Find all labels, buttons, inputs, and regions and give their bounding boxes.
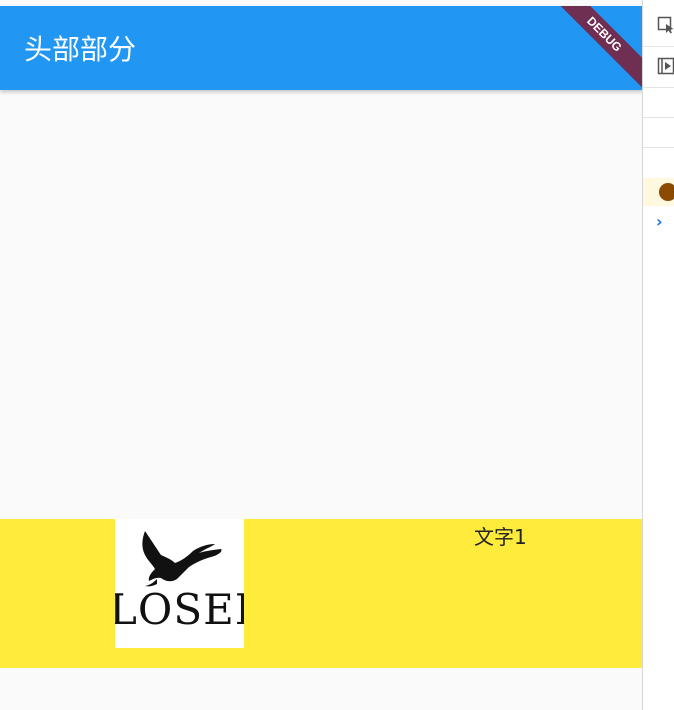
devtools-side-panel: › bbox=[642, 0, 674, 710]
flutter-app: 头部部分 DEBUG LOSER 文字1 bbox=[0, 0, 643, 710]
panel-divider bbox=[643, 147, 674, 148]
warning-icon bbox=[659, 183, 674, 201]
panel-divider bbox=[643, 87, 674, 88]
select-widget-icon[interactable] bbox=[657, 16, 674, 34]
chevron-right-icon[interactable]: › bbox=[656, 212, 663, 232]
performance-overlay-icon[interactable] bbox=[657, 57, 674, 75]
app-bar-title: 头部部分 bbox=[24, 33, 137, 66]
yellow-row: LOSER 文字1 bbox=[0, 519, 643, 668]
app-bar: 头部部分 DEBUG bbox=[0, 6, 643, 90]
warning-row[interactable] bbox=[643, 178, 674, 206]
debug-banner: DEBUG bbox=[543, 6, 643, 90]
text-item-1: 文字1 bbox=[474, 525, 527, 549]
loser-logo-image: LOSER bbox=[115, 519, 244, 648]
logo-text: LOSER bbox=[115, 585, 244, 634]
panel-divider bbox=[643, 117, 674, 118]
panel-divider bbox=[643, 46, 674, 47]
